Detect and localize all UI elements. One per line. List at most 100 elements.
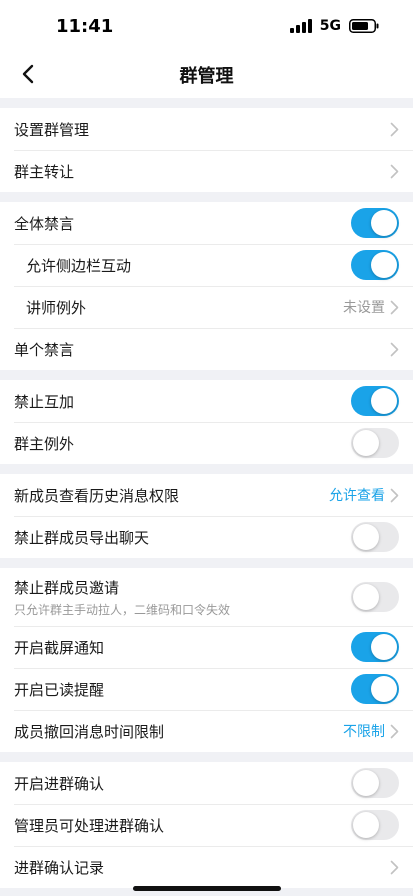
row-text: 新成员查看历史消息权限 [14, 485, 179, 506]
row-label: 开启进群确认 [14, 774, 105, 793]
chevron-right-icon [389, 121, 399, 137]
row-label: 全体禁言 [14, 214, 75, 233]
page-title: 群管理 [179, 66, 234, 87]
toggle-knob [353, 770, 379, 796]
toggle-switch[interactable] [351, 768, 399, 798]
row-right [389, 163, 399, 179]
toggle-knob [371, 388, 397, 414]
settings-group: 禁止群成员邀请只允许群主手动拉人，二维码和口令失效开启截屏通知 开启已读提醒成员撤… [0, 568, 413, 752]
row-right [389, 121, 399, 137]
settings-row: 禁止互加 [0, 380, 413, 422]
row-label: 开启已读提醒 [14, 680, 105, 699]
settings-row[interactable]: 成员撤回消息时间限制 不限制 [0, 710, 413, 752]
row-label: 禁止互加 [14, 392, 75, 411]
toggle-switch[interactable] [351, 428, 399, 458]
row-text: 单个禁言 [14, 339, 74, 360]
row-text: 群主例外 [14, 433, 74, 454]
network-label: 5G [319, 18, 341, 34]
row-label: 进群确认记录 [14, 858, 105, 877]
row-value: 未设置 [343, 300, 385, 316]
toggle-knob [353, 812, 379, 838]
settings-row: 开启已读提醒 [0, 668, 413, 710]
toggle-knob [371, 676, 397, 702]
toggle-knob [353, 430, 379, 456]
status-icons: 5G [289, 18, 379, 34]
toggle-knob [371, 634, 397, 660]
toggle-knob [353, 584, 379, 610]
row-text: 禁止群成员邀请只允许群主手动拉人，二维码和口令失效 [14, 577, 230, 618]
settings-list: 设置群管理群主转让全体禁言允许侧边栏互动 讲师例外 未设置单个禁言禁止互加群主例外新… [0, 108, 413, 888]
row-text: 管理员可处理进群确认 [14, 815, 164, 836]
row-text: 进群确认记录 [14, 857, 104, 878]
chevron-right-icon [389, 163, 399, 179]
row-value: 允许查看 [329, 488, 385, 504]
nav-bar: 群管理 [0, 50, 413, 98]
settings-row[interactable]: 设置群管理 [0, 108, 413, 150]
row-label: 允许侧边栏互动 [26, 256, 132, 275]
row-text: 开启已读提醒 [14, 679, 104, 700]
row-description: 只允许群主手动拉人，二维码和口令失效 [14, 602, 231, 617]
row-text: 允许侧边栏互动 [26, 255, 131, 276]
row-label: 成员撤回消息时间限制 [14, 722, 165, 741]
toggle-switch[interactable] [351, 582, 399, 612]
toggle-switch[interactable] [351, 810, 399, 840]
row-label: 禁止群成员邀请 [14, 578, 120, 597]
row-label: 禁止群成员导出聊天 [14, 528, 150, 547]
settings-group: 禁止互加 群主例外 [0, 380, 413, 464]
status-bar: 11:41 5G [0, 0, 413, 50]
settings-row[interactable]: 进群确认记录 [0, 846, 413, 888]
settings-row: 全体禁言 [0, 202, 413, 244]
toggle-knob [371, 252, 397, 278]
row-label: 讲师例外 [26, 298, 87, 317]
row-value: 不限制 [343, 724, 385, 740]
row-right: 允许查看 [329, 485, 399, 505]
row-text: 群主转让 [14, 161, 74, 182]
row-text: 开启截屏通知 [14, 637, 104, 658]
row-text: 讲师例外 [26, 297, 86, 318]
row-text: 禁止互加 [14, 391, 74, 412]
home-indicator [133, 886, 281, 891]
toggle-switch[interactable] [351, 674, 399, 704]
row-label: 设置群管理 [14, 120, 90, 139]
settings-group: 全体禁言允许侧边栏互动 讲师例外 未设置单个禁言 [0, 202, 413, 370]
settings-row: 管理员可处理进群确认 [0, 804, 413, 846]
settings-row[interactable]: 单个禁言 [0, 328, 413, 370]
row-text: 禁止群成员导出聊天 [14, 527, 149, 548]
toggle-knob [353, 524, 379, 550]
row-label: 新成员查看历史消息权限 [14, 486, 180, 505]
toggle-switch[interactable] [351, 250, 399, 280]
row-right [389, 341, 399, 357]
toggle-switch[interactable] [351, 208, 399, 238]
settings-row: 禁止群成员邀请只允许群主手动拉人，二维码和口令失效 [0, 568, 413, 626]
settings-row: 开启进群确认 [0, 762, 413, 804]
row-right: 未设置 [343, 297, 399, 317]
toggle-switch[interactable] [351, 632, 399, 662]
row-label: 开启截屏通知 [14, 638, 105, 657]
row-label: 群主例外 [14, 434, 75, 453]
settings-row: 允许侧边栏互动 [0, 244, 413, 286]
toggle-switch[interactable] [351, 386, 399, 416]
battery-icon [349, 19, 379, 33]
row-text: 开启进群确认 [14, 773, 104, 794]
settings-row[interactable]: 群主转让 [0, 150, 413, 192]
settings-row: 禁止群成员导出聊天 [0, 516, 413, 558]
row-right: 不限制 [343, 721, 399, 741]
row-text: 全体禁言 [14, 213, 74, 234]
settings-row[interactable]: 讲师例外 未设置 [0, 286, 413, 328]
chevron-right-icon [389, 723, 399, 739]
chevron-right-icon [389, 859, 399, 875]
settings-row: 开启截屏通知 [0, 626, 413, 668]
chevron-right-icon [389, 299, 399, 315]
settings-group: 开启进群确认管理员可处理进群确认 进群确认记录 [0, 762, 413, 888]
row-label: 群主转让 [14, 162, 75, 181]
settings-row[interactable]: 新成员查看历史消息权限 允许查看 [0, 474, 413, 516]
settings-group: 设置群管理 群主转让 [0, 108, 413, 192]
settings-group: 新成员查看历史消息权限 允许查看禁止群成员导出聊天 [0, 474, 413, 558]
row-label: 单个禁言 [14, 340, 75, 359]
row-text: 成员撤回消息时间限制 [14, 721, 164, 742]
chevron-right-icon [389, 487, 399, 503]
status-time: 11:41 [56, 16, 114, 37]
toggle-knob [371, 210, 397, 236]
chevron-right-icon [389, 341, 399, 357]
toggle-switch[interactable] [351, 522, 399, 552]
